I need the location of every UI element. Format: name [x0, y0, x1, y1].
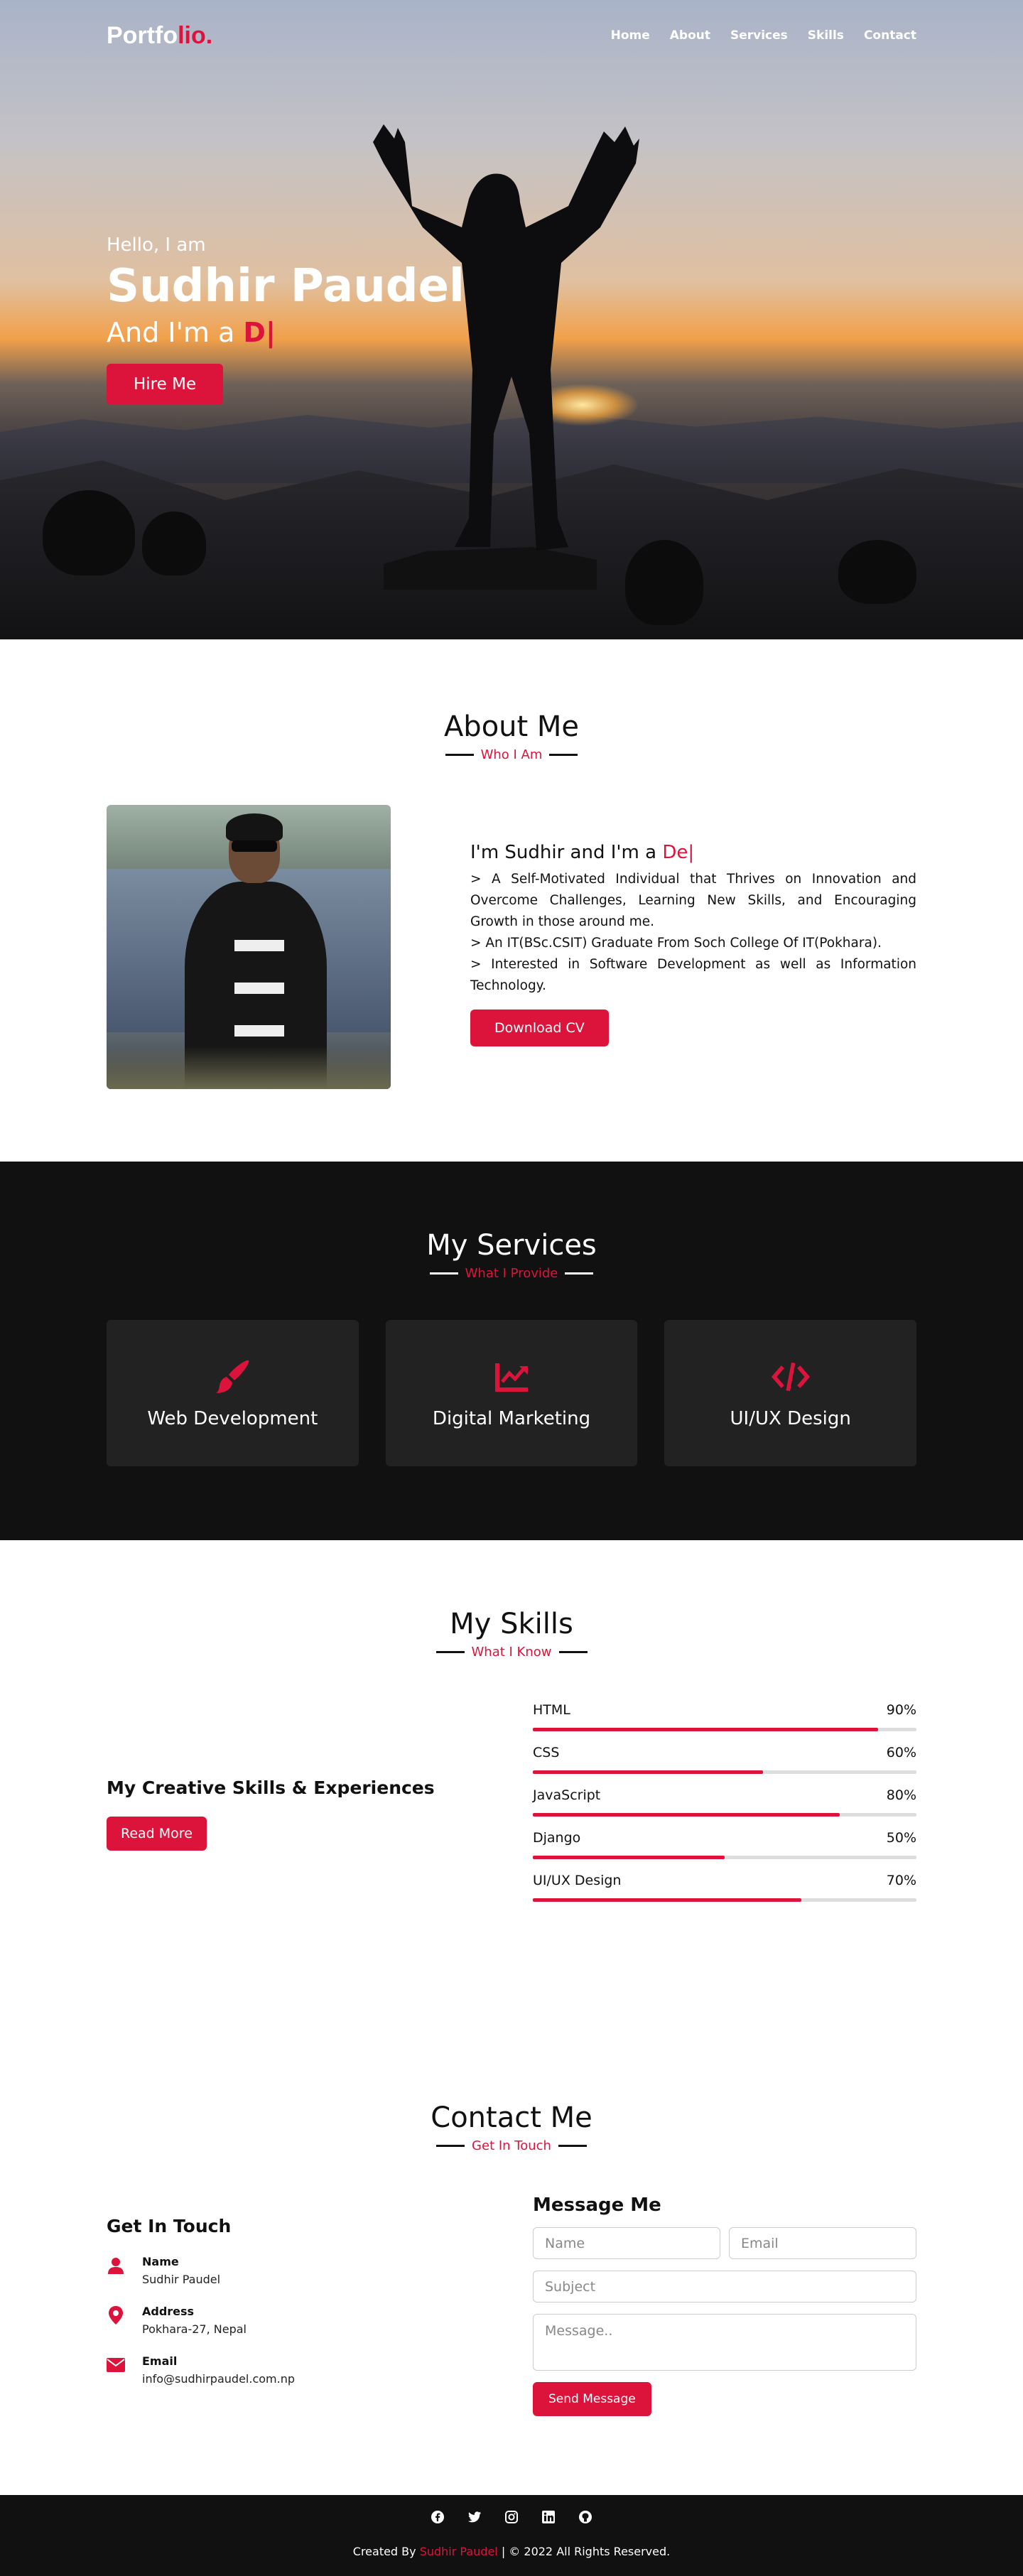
about-paragraph: > Interested in Software Development as …: [470, 957, 916, 993]
author-link[interactable]: Sudhir Paudel: [420, 2545, 498, 2558]
section-title: Contact Me: [431, 2101, 592, 2134]
info-value: Pokhara-27, Nepal: [142, 2322, 247, 2336]
chart-line-icon: [492, 1357, 531, 1397]
section-title: My Skills: [450, 1608, 573, 1640]
skill-name: CSS: [533, 1745, 560, 1760]
nav-link-services[interactable]: Services: [730, 28, 788, 43]
skill-item: UI/UX Design 70%: [533, 1873, 916, 1915]
skill-percent: 50%: [886, 1830, 916, 1846]
copyright-text: Created By Sudhir Paudel | © 2022 All Ri…: [352, 2545, 671, 2558]
nav-menu: Home About Services Skills Contact: [611, 28, 916, 43]
skill-item: JavaScript 80%: [533, 1787, 916, 1830]
nav-link-skills[interactable]: Skills: [808, 28, 844, 43]
read-more-button[interactable]: Read More: [107, 1817, 207, 1851]
info-label: Address: [142, 2305, 195, 2318]
services-section: My Services What I Provide Web Developme…: [0, 1162, 1023, 1540]
section-title: My Services: [426, 1229, 597, 1262]
service-title: Digital Marketing: [432, 1408, 591, 1429]
profile-photo: [107, 805, 391, 1089]
contact-section: Contact Me Get In Touch Get In Touch Nam…: [0, 2006, 1023, 2495]
contact-form: Message Me Name Email Subject Message.. …: [533, 2195, 916, 2416]
download-cv-button[interactable]: Download CV: [470, 1010, 609, 1046]
skill-name: Django: [533, 1830, 581, 1846]
info-value: info@sudhirpaudel.com.np: [142, 2372, 295, 2386]
skill-progress-fill: [533, 1813, 840, 1817]
nav-link-about[interactable]: About: [670, 28, 710, 43]
section-title: About Me: [443, 710, 580, 743]
skills-section: My Skills What I Know My Creative Skills…: [0, 1540, 1023, 2006]
skill-progress-track: [533, 1770, 916, 1774]
hero-text: Hello, I am Sudhir Paudel And I'm a D| H…: [107, 234, 465, 405]
section-subtitle: What I Know: [107, 1645, 916, 1660]
service-card-ui-ux-design[interactable]: UI/UX Design: [664, 1320, 917, 1466]
info-value: Sudhir Paudel: [142, 2273, 221, 2286]
contact-info-email: Email info@sudhirpaudel.com.np: [107, 2354, 504, 2386]
site-footer: Created By Sudhir Paudel | © 2022 All Ri…: [0, 2495, 1023, 2576]
nav-link-contact[interactable]: Contact: [864, 28, 916, 43]
skill-percent: 70%: [886, 1873, 916, 1888]
section-subtitle: Who I Am: [107, 747, 916, 762]
section-subtitle: What I Provide: [107, 1266, 916, 1281]
contact-form-heading: Message Me: [533, 2195, 661, 2216]
contact-info: Get In Touch Name Sudhir Paudel Address Po…: [107, 2216, 504, 2386]
skill-percent: 60%: [886, 1745, 916, 1760]
contact-info-name: Name Sudhir Paudel: [107, 2255, 504, 2286]
skill-progress-track: [533, 1728, 916, 1731]
envelope-icon: [107, 2354, 125, 2376]
skill-progress-fill: [533, 1898, 801, 1902]
map-marker-icon: [107, 2305, 125, 2326]
service-title: Web Development: [147, 1408, 318, 1429]
about-paragraph: > A Self-Motivated Individual that Thriv…: [470, 872, 916, 929]
hero-tree: [838, 540, 916, 604]
section-subtitle: Get In Touch: [107, 2138, 916, 2153]
code-icon: [771, 1357, 811, 1397]
hero-name: Sudhir Paudel: [107, 260, 465, 313]
skill-name: UI/UX Design: [533, 1873, 622, 1888]
message-textarea[interactable]: Message..: [533, 2314, 916, 2371]
skill-item: CSS 60%: [533, 1745, 916, 1787]
info-label: Email: [142, 2354, 178, 2368]
skills-heading: My Creative Skills & Experiences: [107, 1777, 435, 1798]
hero-section: Portfolio. Home About Services Skills Co…: [0, 0, 1023, 639]
top-nav: Portfolio. Home About Services Skills Co…: [0, 0, 1023, 71]
service-card-digital-marketing[interactable]: Digital Marketing: [385, 1320, 638, 1466]
skill-percent: 80%: [886, 1787, 916, 1803]
skill-bars: HTML 90% CSS 60% JavaScript 80% Django 50% U…: [533, 1702, 916, 1915]
paint-brush-icon: [212, 1357, 252, 1397]
name-input[interactable]: Name: [533, 2227, 720, 2259]
skill-item: Django 50%: [533, 1830, 916, 1873]
service-title: UI/UX Design: [730, 1408, 851, 1429]
hero-tree: [43, 490, 135, 575]
skill-progress-fill: [533, 1770, 763, 1774]
service-card-web-development[interactable]: Web Development: [107, 1320, 359, 1466]
hire-me-button[interactable]: Hire Me: [107, 364, 224, 405]
skill-progress-track: [533, 1813, 916, 1817]
nav-link-home[interactable]: Home: [611, 28, 650, 43]
skill-name: HTML: [533, 1702, 570, 1718]
about-heading: I'm Sudhir and I'm a De|: [470, 842, 695, 863]
user-icon: [107, 2255, 125, 2276]
skill-name: JavaScript: [533, 1787, 601, 1803]
send-message-button[interactable]: Send Message: [533, 2382, 651, 2416]
skill-percent: 90%: [886, 1702, 916, 1718]
about-text: I'm Sudhir and I'm a De| > A Self-Motiva…: [470, 842, 916, 1046]
skill-progress-track: [533, 1898, 916, 1902]
skill-item: HTML 90%: [533, 1702, 916, 1745]
contact-info-address: Address Pokhara-27, Nepal: [107, 2305, 504, 2336]
contact-info-heading: Get In Touch: [107, 2216, 232, 2236]
hero-role: And I'm a D|: [107, 317, 276, 348]
hero-tree: [142, 512, 206, 575]
about-section: About Me Who I Am I'm Sudhir and I'm a D…: [0, 639, 1023, 1162]
subject-input[interactable]: Subject: [533, 2271, 916, 2302]
hero-greeting: Hello, I am: [107, 234, 206, 256]
email-input[interactable]: Email: [729, 2227, 916, 2259]
skill-progress-track: [533, 1856, 916, 1859]
skill-progress-fill: [533, 1856, 725, 1859]
skill-progress-fill: [533, 1728, 878, 1731]
info-label: Name: [142, 2255, 179, 2268]
site-logo[interactable]: Portfolio.: [107, 22, 212, 50]
about-paragraph: > An IT(BSc.CSIT) Graduate From Soch Col…: [470, 936, 882, 951]
